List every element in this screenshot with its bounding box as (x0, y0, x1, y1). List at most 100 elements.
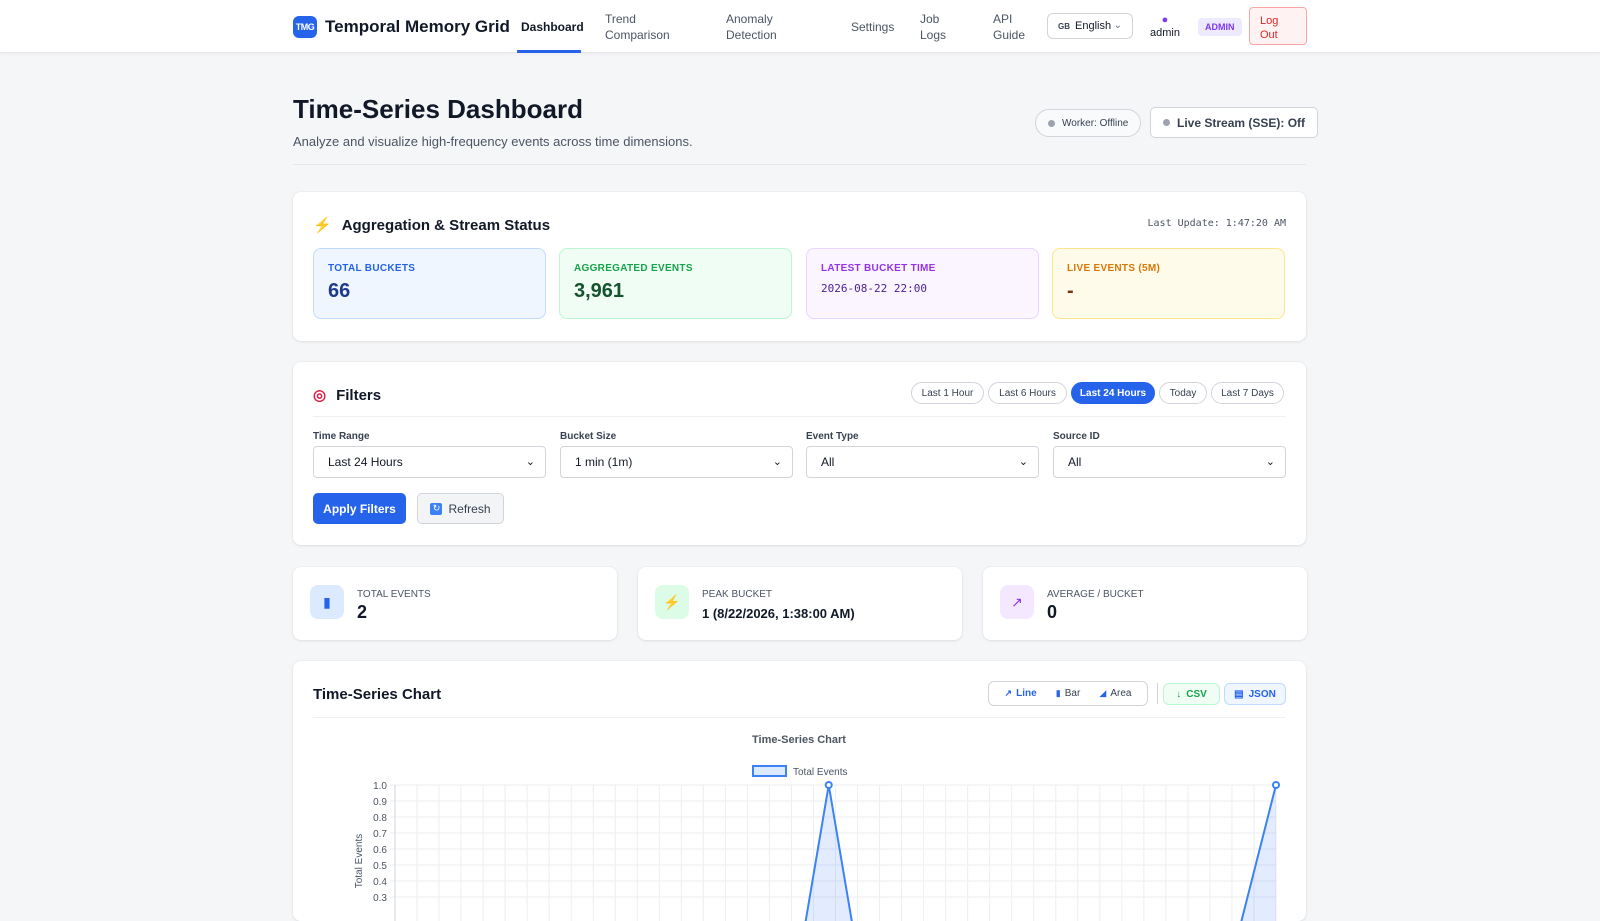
chart-card: Time-Series Chart ↗ Line ▮ Bar ◢ Area ↓ … (293, 661, 1306, 921)
data-point (1272, 781, 1280, 789)
brand[interactable]: TMG Temporal Memory Grid (293, 16, 510, 38)
event-type-select[interactable]: All ⌄ (806, 446, 1039, 478)
flag-icon: GB (1058, 21, 1070, 31)
bucket-size-select[interactable]: 1 min (1m) ⌄ (560, 446, 793, 478)
chevron-down-icon: ⌄ (772, 456, 782, 468)
brand-name: Temporal Memory Grid (325, 17, 510, 36)
average-label: AVERAGE / BUCKET (1047, 589, 1144, 600)
total-buckets-value: 66 (328, 280, 351, 302)
peak-bucket-value: 1 (8/22/2026, 1:38:00 AM) (702, 606, 855, 621)
refresh-label: Refresh (448, 501, 491, 516)
legend-label: Total Events (793, 767, 847, 778)
live-stream-toggle[interactable]: Live Stream (SSE): Off (1150, 107, 1319, 138)
time-range-label: Time Range (313, 431, 370, 442)
total-events-value: 2 (357, 602, 368, 622)
nav-job-logs[interactable]: Job Logs (920, 11, 946, 43)
filters-divider (313, 416, 1286, 417)
y-tick-label: 0.8 (373, 813, 387, 824)
y-tick-label: 0.9 (373, 797, 387, 808)
data-point (824, 781, 833, 789)
bar-chart-icon: ▮ (310, 585, 344, 619)
lightning-icon: ⚡ (655, 585, 689, 619)
nav-trend-line1: Trend (605, 12, 636, 26)
event-type-label: Event Type (806, 431, 859, 442)
top-navbar: TMG Temporal Memory Grid Dashboard Trend… (0, 0, 1600, 53)
live-events-label: LIVE EVENTS (5M) (1067, 263, 1161, 274)
source-id-select[interactable]: All ⌄ (1053, 446, 1286, 478)
apply-filters-button[interactable]: Apply Filters (313, 493, 406, 524)
aggregated-events-label: AGGREGATED EVENTS (574, 263, 693, 274)
refresh-icon: ↻ (430, 502, 443, 515)
total-buckets-label: TOTAL BUCKETS (328, 263, 416, 274)
y-tick-label: 0.6 (373, 845, 387, 856)
total-events-card: ▮ TOTAL EVENTS 2 (293, 567, 617, 640)
line-chart-icon: ↗ (1000, 585, 1034, 619)
chevron-down-icon: ⌄ (1113, 20, 1122, 31)
nav-dashboard[interactable]: Dashboard (521, 19, 584, 35)
bucket-size-value: 1 min (1m) (575, 455, 633, 469)
live-events-stat: LIVE EVENTS (5M) - (1052, 248, 1285, 319)
worker-status-text: Worker: Offline (1062, 117, 1129, 129)
aggregated-events-stat: AGGREGATED EVENTS 3,961 (559, 248, 792, 319)
status-dot-icon (1048, 119, 1055, 127)
user-menu[interactable]: ● admin (1150, 14, 1180, 40)
nav-api-guide[interactable]: API Guide (993, 11, 1025, 43)
time-series-chart: Time-Series Chart Total Events 1.0 0.9 0.8 0.… (354, 734, 1280, 921)
role-badge: ADMIN (1198, 18, 1242, 36)
peak-bucket-label: PEAK BUCKET (702, 589, 773, 600)
nav-settings[interactable]: Settings (851, 19, 894, 35)
page-subtitle: Analyze and visualize high-frequency eve… (293, 134, 693, 149)
y-axis-label: Total Events (354, 834, 365, 888)
logout-line1: Log (1260, 15, 1279, 27)
nav-api-line1: API (993, 12, 1013, 26)
page-title: Time-Series Dashboard (293, 94, 583, 124)
average-bucket-card: ↗ AVERAGE / BUCKET 0 (983, 567, 1307, 640)
aggregation-title-text: Aggregation & Stream Status (341, 216, 551, 234)
aggregation-card: ⚡ Aggregation & Stream Status Last Updat… (293, 192, 1306, 341)
nav-joblogs-line2: Logs (920, 28, 947, 42)
live-stream-text: Live Stream (SSE): Off (1177, 115, 1306, 130)
y-tick-label: 1.0 (373, 781, 387, 792)
chevron-down-icon: ⌄ (1265, 456, 1275, 468)
live-events-value: - (1067, 280, 1074, 302)
nav-trend-line2: Comparison (605, 28, 670, 42)
legend-swatch (752, 765, 787, 777)
brand-logo: TMG (293, 16, 317, 38)
last-update: Last Update: 1:47:20 AM (1147, 218, 1286, 229)
time-range-select[interactable]: Last 24 Hours ⌄ (313, 446, 546, 478)
average-value: 0 (1047, 602, 1058, 622)
y-tick-label: 0.4 (373, 877, 387, 888)
latest-bucket-label: LATEST BUCKET TIME (821, 263, 936, 274)
quick-last-24-hours[interactable]: Last 24 Hours (1071, 382, 1155, 404)
refresh-button[interactable]: ↻ Refresh (417, 493, 504, 524)
quick-last-1-hour[interactable]: Last 1 Hour (911, 382, 984, 404)
y-tick-label: 0.7 (373, 829, 387, 840)
nav-api-line2: Guide (993, 28, 1026, 42)
nav-trend-comparison[interactable]: Trend Comparison (605, 11, 670, 43)
stream-dot-icon (1163, 119, 1170, 126)
worker-status-badge: Worker: Offline (1035, 109, 1142, 137)
quick-last-7-days[interactable]: Last 7 Days (1211, 382, 1284, 404)
peak-bucket-card: ⚡ PEAK BUCKET 1 (8/22/2026, 1:38:00 AM) (638, 567, 962, 640)
chevron-down-icon: ⌄ (525, 456, 535, 468)
language-label: English (1075, 20, 1112, 32)
total-events-label: TOTAL EVENTS (357, 589, 431, 600)
aggregation-title: ⚡ Aggregation & Stream Status (313, 216, 551, 235)
aggregated-events-value: 3,961 (574, 280, 625, 302)
bucket-size-label: Bucket Size (560, 431, 617, 442)
nav-anomaly-line1: Anomaly (726, 12, 773, 26)
chevron-down-icon: ⌄ (1018, 456, 1028, 468)
filters-title: ◎ Filters (313, 386, 382, 405)
username: admin (1150, 27, 1180, 39)
nav-active-indicator (517, 50, 581, 53)
language-select[interactable]: GB English ⌄ (1047, 13, 1133, 39)
nav-anomaly-detection[interactable]: Anomaly Detection (726, 11, 777, 43)
quick-last-6-hours[interactable]: Last 6 Hours (988, 382, 1067, 404)
logout-line2: Out (1260, 29, 1278, 41)
chart-title: Time-Series Chart (752, 734, 846, 746)
header-divider (293, 164, 1306, 165)
source-id-value: All (1068, 455, 1082, 469)
filters-title-text: Filters (336, 386, 382, 404)
logout-button[interactable]: Log Out (1249, 7, 1307, 45)
quick-today[interactable]: Today (1159, 382, 1207, 404)
